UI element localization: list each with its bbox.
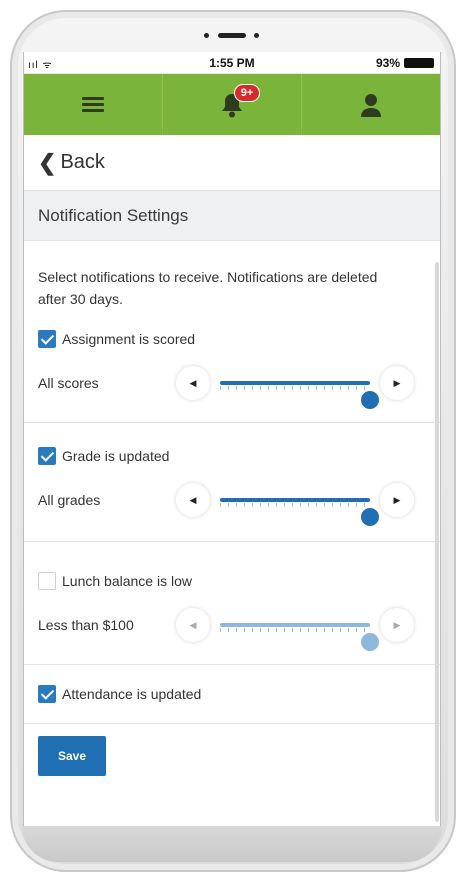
status-bar: ııl ᯤ 1:55 PM 93% [24,52,440,74]
setting-group-lunch: Lunch balance is low Less than $100 ◀ ▶ [24,542,440,665]
slider-thumb[interactable] [361,391,379,409]
grade-label: Grade is updated [62,448,170,464]
assignment-slider-row: All scores ◀ ▶ [38,356,426,410]
back-label: Back [60,151,105,173]
slider-thumb[interactable] [361,508,379,526]
back-button[interactable]: ❮ Back [24,135,440,191]
slider-thumb[interactable] [361,633,379,651]
slider-decrease-button[interactable]: ◀ [176,483,210,517]
grade-slider-row: All grades ◀ ▶ [38,473,426,527]
chevron-left-icon: ❮ [38,149,57,175]
scrollbar[interactable] [435,262,439,822]
phone-screen: ııl ᯤ 1:55 PM 93% 9+ ❮ Back Notification… [23,52,441,828]
slider-decrease-button[interactable]: ◀ [176,366,210,400]
page-title: Notification Settings [24,191,440,241]
setting-group-grade: Grade is updated All grades ◀ ▶ [24,423,440,542]
lunch-slider-label: Less than $100 [38,617,134,633]
lunch-checkbox[interactable] [38,572,56,590]
assignment-checkbox[interactable] [38,330,56,348]
phone-bottom-bezel [22,826,442,862]
slider-increase-button[interactable]: ▶ [380,483,414,517]
slider-track[interactable] [220,623,379,651]
assignment-slider-label: All scores [38,375,99,391]
notification-badge: 9+ [234,83,260,102]
lunch-label: Lunch balance is low [62,573,192,589]
battery-percent: 93% [375,56,400,70]
user-icon [361,93,381,117]
lunch-slider-row: Less than $100 ◀ ▶ [38,598,426,652]
battery-icon [404,58,434,68]
grade-checkbox[interactable] [38,447,56,465]
slider-decrease-button[interactable]: ◀ [176,608,210,642]
phone-speaker [204,33,262,39]
setting-group-assignment: Assignment is scored All scores ◀ ▶ [24,310,440,423]
attendance-checkbox-row[interactable]: Attendance is updated [38,677,426,711]
bell-icon: 9+ [220,83,260,118]
setting-group-attendance: Attendance is updated [24,665,440,724]
assignment-slider[interactable]: ◀ ▶ [176,363,414,409]
hamburger-icon [82,96,104,113]
lunch-slider[interactable]: ◀ ▶ [176,605,414,651]
settings-content: Select notifications to receive. Notific… [24,241,440,724]
assignment-label: Assignment is scored [62,331,196,347]
slider-increase-button[interactable]: ▶ [380,366,414,400]
slider-increase-button[interactable]: ▶ [380,608,414,642]
menu-button[interactable] [24,74,163,135]
grade-slider[interactable]: ◀ ▶ [176,480,414,526]
app-bar: 9+ [24,74,440,135]
grade-slider-label: All grades [38,492,101,508]
grade-checkbox-row[interactable]: Grade is updated [38,439,426,473]
profile-button[interactable] [302,74,440,135]
slider-track[interactable] [220,381,379,409]
intro-text: Select notifications to receive. Notific… [38,269,378,307]
attendance-checkbox[interactable] [38,685,56,703]
assignment-checkbox-row[interactable]: Assignment is scored [38,322,426,356]
save-area: Save [24,724,440,776]
attendance-label: Attendance is updated [62,686,202,702]
save-button[interactable]: Save [38,736,106,776]
slider-track[interactable] [220,498,379,526]
notifications-button[interactable]: 9+ [163,74,302,135]
lunch-checkbox-row[interactable]: Lunch balance is low [38,564,426,598]
